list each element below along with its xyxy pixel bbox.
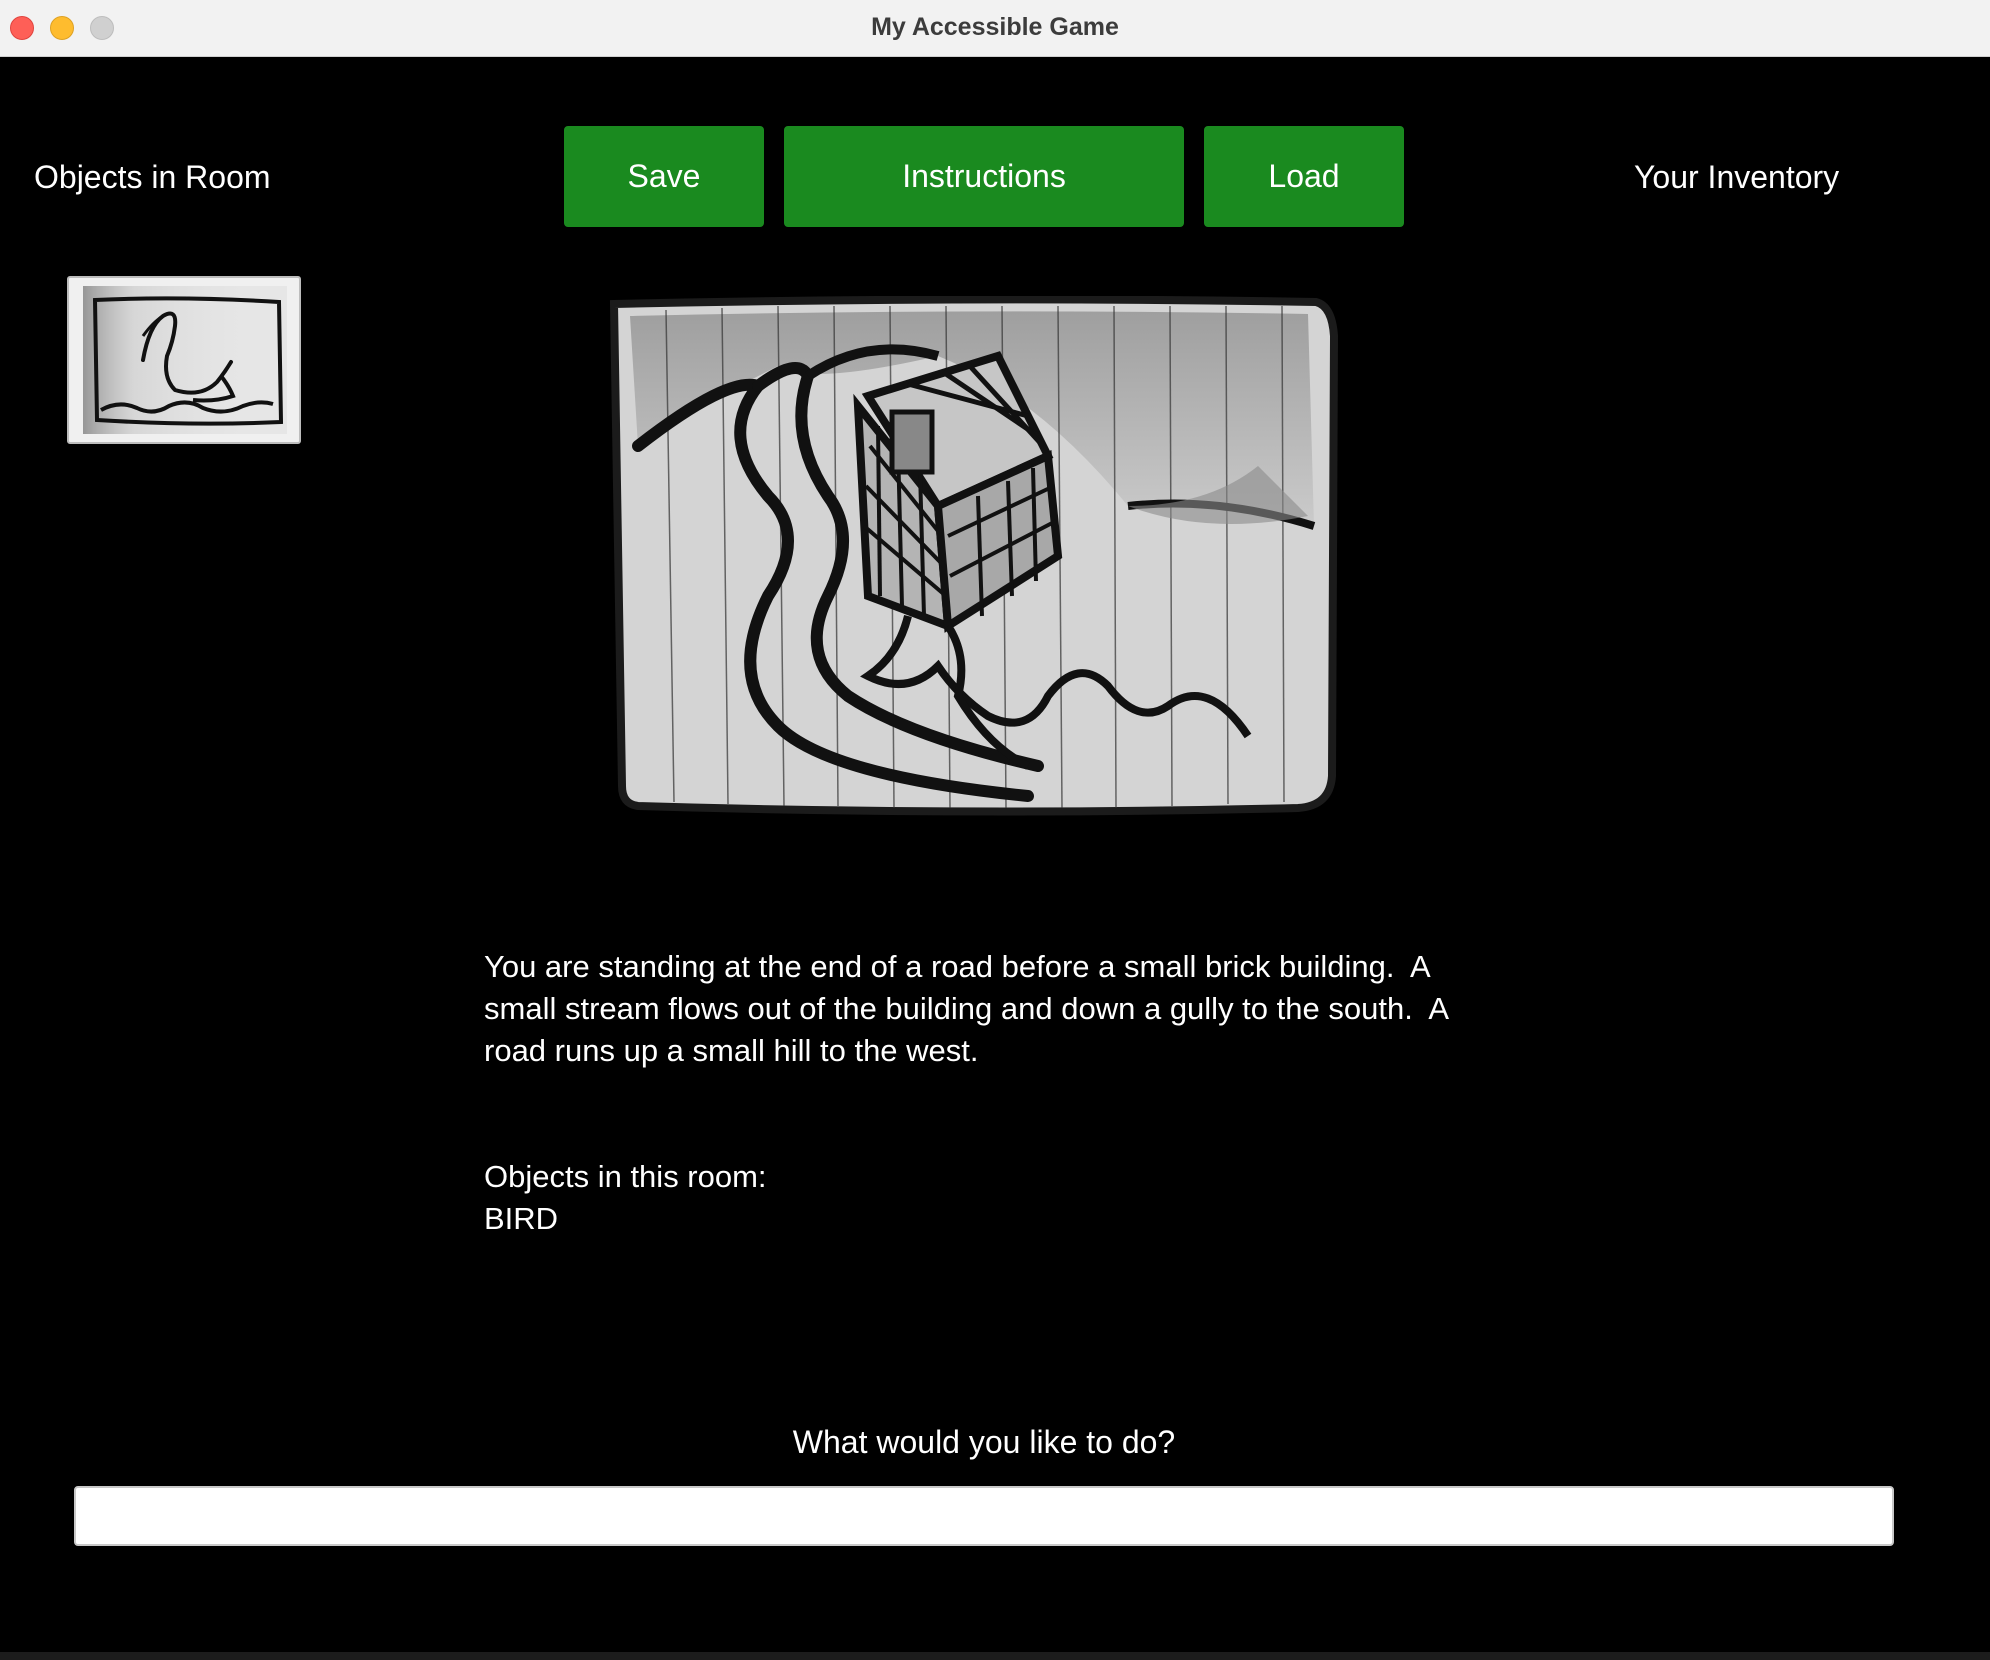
command-input[interactable] (74, 1486, 1894, 1546)
room-object-bird[interactable] (67, 276, 301, 444)
room-objects-list: BIRD (484, 1201, 559, 1236)
inventory-label: Your Inventory (1634, 159, 1840, 195)
room-objects-heading: Objects in this room: (484, 1159, 767, 1194)
scene-image-brick-building (609, 296, 1339, 816)
save-button[interactable]: Save (564, 126, 764, 227)
objects-in-room-label: Objects in Room (34, 159, 271, 195)
room-objects-text: Objects in this room: BIRD (484, 1156, 1284, 1240)
room-description: You are standing at the end of a road be… (484, 949, 1449, 1068)
title-bar: My Accessible Game (0, 0, 1990, 57)
window-bottom-edge (0, 1652, 1990, 1660)
game-window: My Accessible Game Objects in Room Save … (0, 0, 1990, 1660)
command-prompt: What would you like to do? (792, 1424, 1176, 1460)
instructions-button[interactable]: Instructions (784, 126, 1184, 227)
load-button[interactable]: Load (1204, 126, 1404, 227)
bird-sketch-icon (83, 286, 287, 434)
window-title: My Accessible Game (871, 13, 1119, 41)
